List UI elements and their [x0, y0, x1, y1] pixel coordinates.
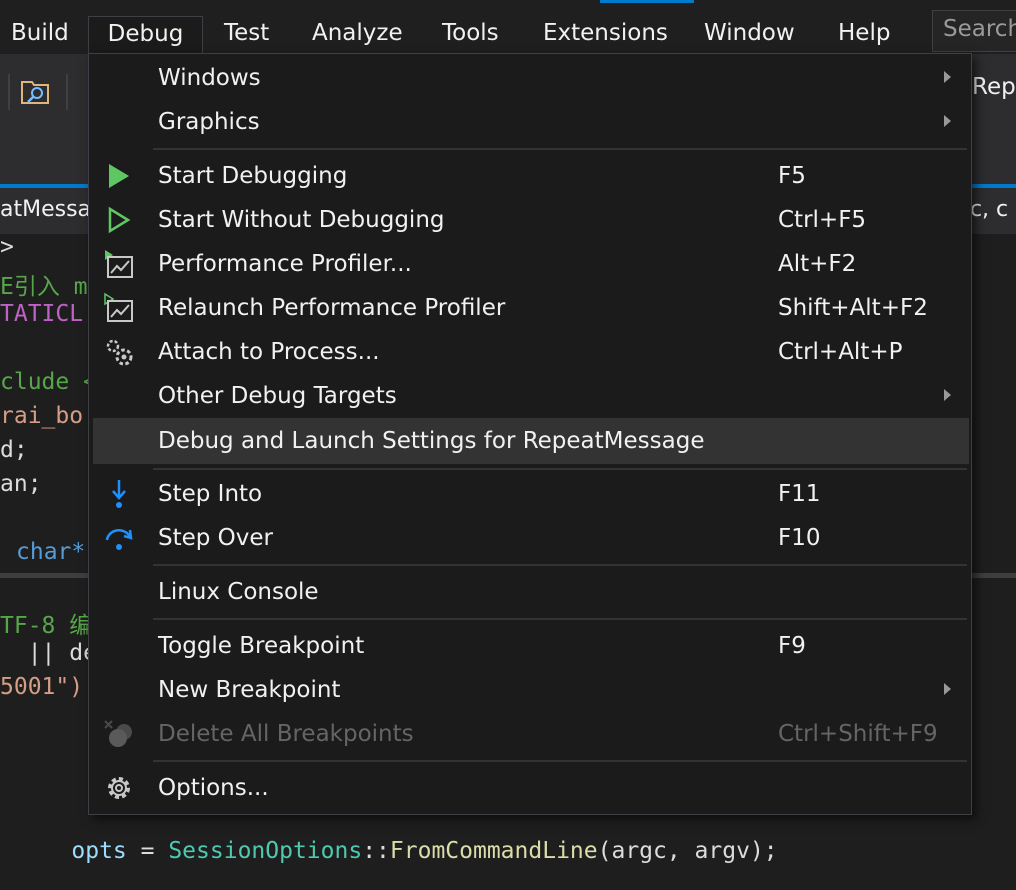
code-token-function: FromCommandLine — [389, 838, 598, 864]
search-input[interactable] — [941, 15, 1016, 43]
menu-item-label: Toggle Breakpoint — [158, 633, 365, 659]
menu-build[interactable]: Build — [11, 16, 69, 54]
menu-window[interactable]: Window — [704, 16, 795, 54]
menu-item-other-debug-targets[interactable]: Other Debug Targets — [93, 374, 969, 418]
menu-item-new-breakpoint[interactable]: New Breakpoint — [93, 668, 969, 712]
menu-item-start-debugging[interactable]: Start Debugging F5 — [93, 154, 969, 198]
menu-help[interactable]: Help — [838, 16, 890, 54]
menu-item-graphics[interactable]: Graphics — [93, 100, 969, 144]
play-filled-icon — [103, 160, 135, 192]
active-document-tab[interactable]: atMessa — [0, 188, 91, 234]
debug-dropdown-menu: Windows Graphics Start Debugging F5 Star… — [88, 53, 972, 815]
menu-item-shortcut: Alt+F2 — [778, 251, 857, 277]
submenu-arrow-icon — [944, 389, 951, 401]
code-line: TF-8 编 — [0, 613, 93, 639]
menu-separator — [153, 618, 967, 620]
code-line: 5001") — [0, 674, 84, 700]
relaunch-profiler-icon — [103, 292, 135, 324]
gears-icon — [103, 336, 135, 368]
menu-extensions[interactable]: Extensions — [543, 16, 668, 54]
menu-item-label: New Breakpoint — [158, 677, 341, 703]
menu-test[interactable]: Test — [224, 16, 269, 54]
search-box[interactable] — [932, 10, 1016, 52]
menu-item-shortcut: Ctrl+F5 — [778, 207, 867, 233]
menu-debug[interactable]: Debug — [88, 16, 203, 55]
toolbar-separator — [8, 74, 10, 110]
play-outline-icon — [103, 204, 135, 236]
menu-item-debug-launch-settings[interactable]: Debug and Launch Settings for RepeatMess… — [93, 418, 969, 464]
menu-item-shortcut: Ctrl+Shift+F9 — [778, 721, 938, 747]
menu-item-label: Step Into — [158, 481, 263, 507]
menu-item-delete-all-breakpoints: Delete All Breakpoints Ctrl+Shift+F9 — [93, 712, 969, 756]
menu-separator — [153, 760, 967, 762]
menu-separator — [153, 468, 967, 470]
code-line: || de — [0, 640, 97, 666]
code-line: E引入 m — [0, 274, 88, 300]
menu-item-shortcut: F9 — [778, 633, 806, 659]
menu-item-attach-to-process[interactable]: Attach to Process... Ctrl+Alt+P — [93, 330, 969, 374]
menu-item-start-without-debugging[interactable]: Start Without Debugging Ctrl+F5 — [93, 198, 969, 242]
submenu-arrow-icon — [944, 115, 951, 127]
menu-item-toggle-breakpoint[interactable]: Toggle Breakpoint F9 — [93, 624, 969, 668]
submenu-arrow-icon — [944, 71, 951, 83]
menu-item-label: Graphics — [158, 109, 260, 135]
menu-item-options[interactable]: Options... — [93, 766, 969, 810]
delete-breakpoints-icon — [103, 718, 135, 750]
menu-item-label: Step Over — [158, 525, 273, 551]
code-token-args: (argc, argv); — [597, 838, 778, 864]
menu-item-label: Start Without Debugging — [158, 207, 445, 233]
menu-item-relaunch-performance-profiler[interactable]: Relaunch Performance Profiler Shift+Alt+… — [93, 286, 969, 330]
menu-item-shortcut: Ctrl+Alt+P — [778, 339, 903, 365]
menu-analyze[interactable]: Analyze — [312, 16, 403, 54]
toolbar-separator — [66, 74, 68, 110]
code-line: TATICL — [0, 301, 84, 327]
menu-item-label: Options... — [158, 775, 269, 801]
menu-item-shortcut: F10 — [778, 525, 821, 551]
menu-item-performance-profiler[interactable]: Performance Profiler... Alt+F2 — [93, 242, 969, 286]
code-line: rai_bo — [0, 403, 84, 429]
menu-item-label: Relaunch Performance Profiler — [158, 295, 506, 321]
code-line: d; — [0, 437, 28, 463]
find-in-files-icon[interactable] — [20, 76, 52, 106]
toolbar-right-label: Rep — [972, 74, 1016, 100]
menu-item-label: Debug and Launch Settings for RepeatMess… — [158, 428, 705, 454]
menu-separator — [153, 564, 967, 566]
menu-item-label: Delete All Breakpoints — [158, 721, 414, 747]
menu-item-shortcut: F5 — [778, 163, 806, 189]
code-token-variable: opts — [71, 838, 127, 864]
code-token-scope: :: — [362, 838, 390, 864]
menu-item-windows[interactable]: Windows — [93, 56, 969, 100]
menu-tools[interactable]: Tools — [442, 16, 499, 54]
code-line: char* — [16, 539, 86, 565]
menu-item-label: Performance Profiler... — [158, 251, 412, 277]
menu-item-linux-console[interactable]: Linux Console — [93, 570, 969, 614]
menu-separator — [153, 148, 967, 150]
menu-item-label: Start Debugging — [158, 163, 348, 189]
menu-item-step-into[interactable]: Step Into F11 — [93, 472, 969, 516]
menu-item-label: Linux Console — [158, 579, 319, 605]
code-token-type: SessionOptions — [168, 838, 363, 864]
menu-item-label: Attach to Process... — [158, 339, 380, 365]
menu-item-shortcut: Shift+Alt+F2 — [778, 295, 928, 321]
code-token-operator: = — [126, 838, 169, 864]
title-accent-bar — [600, 0, 694, 3]
code-line: > — [0, 234, 14, 260]
menu-item-label: Windows — [158, 65, 261, 91]
menu-item-step-over[interactable]: Step Over F10 — [93, 516, 969, 560]
performance-profiler-icon — [103, 248, 135, 280]
step-into-icon — [103, 478, 135, 510]
menu-bar: Build Debug Test Analyze Tools Extension… — [0, 0, 1016, 55]
menu-item-shortcut: F11 — [778, 481, 821, 507]
gear-icon — [103, 772, 135, 804]
submenu-arrow-icon — [944, 683, 951, 695]
code-line: an; — [0, 471, 42, 497]
code-line: clude < — [0, 369, 97, 395]
code-line-bottom: opts = SessionOptions::FromCommandLine(a… — [16, 812, 778, 890]
step-over-icon — [103, 522, 135, 554]
menu-item-label: Other Debug Targets — [158, 383, 397, 409]
